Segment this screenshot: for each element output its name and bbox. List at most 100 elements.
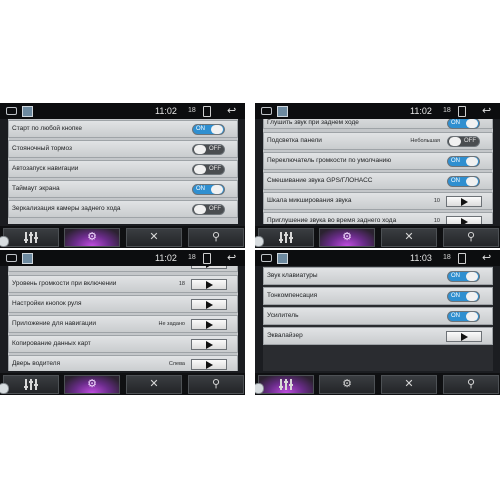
- row-label: Приложение для навигации: [12, 320, 96, 327]
- list-item[interactable]: Зеркализация камеры заднего хода OFF: [8, 200, 238, 218]
- open-button[interactable]: [191, 299, 227, 310]
- list-item[interactable]: Глушить звук при заднем ходе ON: [263, 119, 493, 129]
- tab-tools[interactable]: ✕: [126, 375, 182, 394]
- open-button[interactable]: [191, 279, 227, 290]
- equalizer-icon: [23, 378, 39, 390]
- volume-level: 18: [443, 254, 451, 261]
- list-item[interactable]: Эквалайзер: [263, 327, 493, 345]
- app-icon[interactable]: [22, 253, 33, 264]
- list-item[interactable]: Приглушение звука во время заднего хода …: [263, 212, 493, 224]
- list-item[interactable]: Приложение для навигации Не задано: [8, 315, 238, 333]
- tab-car-settings[interactable]: ⚲: [443, 228, 499, 247]
- list-item[interactable]: [8, 266, 238, 272]
- list-item[interactable]: Настройки кнопок руля: [8, 295, 238, 313]
- open-button[interactable]: [191, 359, 227, 370]
- list-item[interactable]: Звук клавиатуры ON: [263, 267, 493, 285]
- open-button[interactable]: [446, 196, 482, 207]
- tab-equalizer[interactable]: [258, 375, 314, 394]
- tab-settings[interactable]: ⚙: [319, 375, 375, 394]
- tab-equalizer[interactable]: [3, 228, 59, 247]
- settings-list[interactable]: Глушить звук при заднем ходе ON Подсветк…: [263, 119, 493, 224]
- app-icon[interactable]: [277, 253, 288, 264]
- tab-car-settings[interactable]: ⚲: [443, 375, 499, 394]
- settings-panel-general: 11:02 18 ↩ Старт по любой кнопке ON Стоя…: [0, 103, 245, 248]
- list-item[interactable]: Стояночный тормоз OFF: [8, 140, 238, 158]
- toggle-switch[interactable]: ON: [447, 291, 480, 302]
- list-item[interactable]: Уровень громкости при включении 18: [8, 275, 238, 293]
- home-icon[interactable]: [261, 107, 272, 115]
- toggle-switch[interactable]: OFF: [192, 204, 225, 215]
- toggle-switch[interactable]: ON: [447, 271, 480, 282]
- toggle-switch[interactable]: OFF: [447, 136, 480, 147]
- back-icon[interactable]: ↩: [227, 251, 236, 264]
- volume-level: 18: [188, 107, 196, 114]
- list-item[interactable]: Тонкомпенсация ON: [263, 287, 493, 305]
- list-item[interactable]: Усилитель ON: [263, 307, 493, 325]
- battery-icon: [203, 253, 211, 264]
- row-label: Переключатель громкости по умолчанию: [267, 157, 392, 164]
- equalizer-icon: [278, 231, 294, 243]
- row-label: Стояночный тормоз: [12, 145, 73, 152]
- list-item[interactable]: Копирование данных карт: [8, 335, 238, 353]
- battery-icon: [458, 106, 466, 117]
- home-icon[interactable]: [6, 107, 17, 115]
- toggle-switch[interactable]: ON: [192, 124, 225, 135]
- tab-car-settings[interactable]: ⚲: [188, 375, 244, 394]
- row-label: Тонкомпенсация: [267, 292, 318, 299]
- toggle-switch[interactable]: OFF: [192, 144, 225, 155]
- clock: 11:02: [155, 253, 177, 263]
- tab-car-settings[interactable]: ⚲: [188, 228, 244, 247]
- list-item[interactable]: Смешивание звука GPS/ГЛОНАСС ON: [263, 172, 493, 190]
- settings-list[interactable]: Старт по любой кнопке ON Стояночный торм…: [8, 119, 238, 224]
- toggle-switch[interactable]: OFF: [192, 164, 225, 175]
- list-item[interactable]: Таймаут экрана ON: [8, 180, 238, 198]
- tab-settings[interactable]: ⚙: [64, 375, 120, 394]
- tab-equalizer[interactable]: [3, 375, 59, 394]
- app-icon[interactable]: [22, 106, 33, 117]
- list-item[interactable]: Подсветка панели Небольшая OFF: [263, 132, 493, 150]
- open-button[interactable]: [446, 331, 482, 342]
- row-value: Слева: [168, 361, 185, 367]
- open-button[interactable]: [191, 339, 227, 350]
- tab-settings[interactable]: ⚙: [64, 228, 120, 247]
- open-button[interactable]: [191, 319, 227, 330]
- row-value: 10: [433, 218, 440, 224]
- toggle-switch[interactable]: ON: [447, 156, 480, 167]
- floating-button[interactable]: [255, 236, 264, 247]
- settings-list[interactable]: Уровень громкости при включении 18 Настр…: [8, 266, 238, 371]
- toggle-switch[interactable]: ON: [447, 119, 480, 129]
- floating-button[interactable]: [0, 383, 9, 394]
- toggle-switch[interactable]: ON: [447, 176, 480, 187]
- tab-equalizer[interactable]: [258, 228, 314, 247]
- row-label: Усилитель: [267, 312, 299, 319]
- list-item[interactable]: Переключатель громкости по умолчанию ON: [263, 152, 493, 170]
- home-icon[interactable]: [261, 254, 272, 262]
- gear-icon: ⚙: [342, 378, 352, 390]
- tab-settings[interactable]: ⚙: [319, 228, 375, 247]
- list-item[interactable]: Шкала микширования звука 10: [263, 192, 493, 210]
- open-button[interactable]: [191, 266, 227, 269]
- back-icon[interactable]: ↩: [227, 104, 236, 117]
- row-value: Небольшая: [410, 138, 440, 144]
- back-icon[interactable]: ↩: [482, 104, 491, 117]
- tab-tools[interactable]: ✕: [126, 228, 182, 247]
- tools-icon: ✕: [404, 231, 414, 243]
- row-label: Дверь водителя: [12, 360, 61, 367]
- list-item[interactable]: Автозапуск навигации OFF: [8, 160, 238, 178]
- tab-tools[interactable]: ✕: [381, 375, 437, 394]
- app-icon[interactable]: [277, 106, 288, 117]
- floating-button[interactable]: [0, 236, 9, 247]
- row-label: Уровень громкости при включении: [12, 280, 117, 287]
- open-button[interactable]: [446, 216, 482, 224]
- bottom-toolbar: ⚙ ✕ ⚲: [255, 373, 500, 395]
- floating-button[interactable]: [255, 383, 264, 394]
- list-item[interactable]: Старт по любой кнопке ON: [8, 120, 238, 138]
- toggle-switch[interactable]: ON: [192, 184, 225, 195]
- row-label: Настройки кнопок руля: [12, 300, 82, 307]
- settings-list[interactable]: Звук клавиатуры ON Тонкомпенсация ON Уси…: [263, 266, 493, 371]
- back-icon[interactable]: ↩: [482, 251, 491, 264]
- home-icon[interactable]: [6, 254, 17, 262]
- tab-tools[interactable]: ✕: [381, 228, 437, 247]
- list-item[interactable]: Дверь водителя Слева: [8, 355, 238, 371]
- toggle-switch[interactable]: ON: [447, 311, 480, 322]
